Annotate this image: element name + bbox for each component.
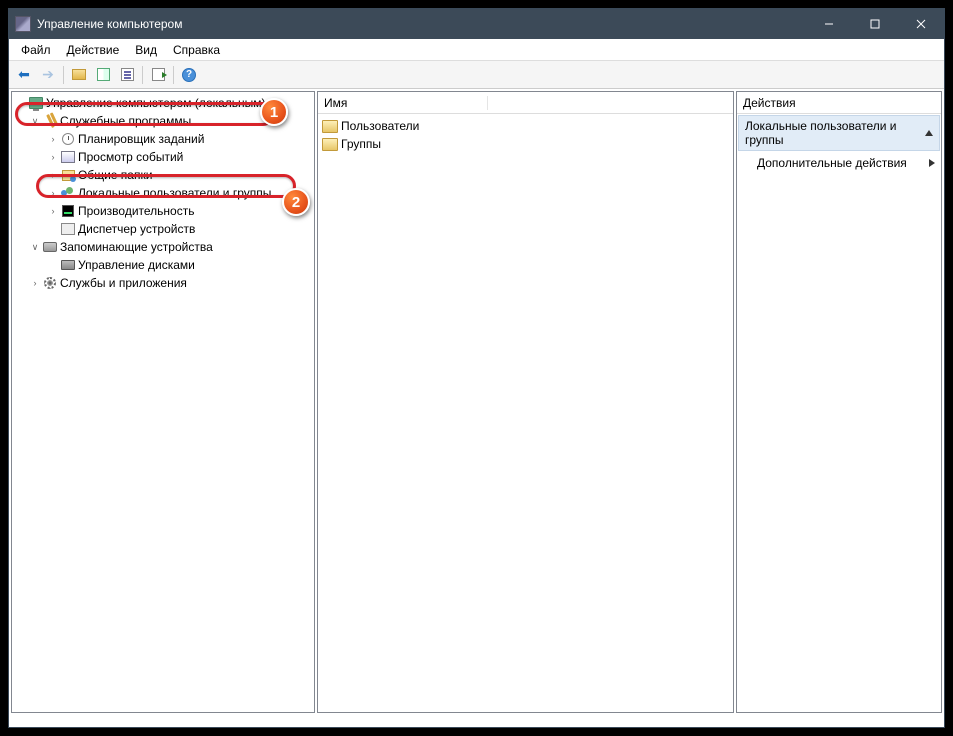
properties-button[interactable] — [116, 64, 138, 86]
tree-label: Управление компьютером (локальным) — [46, 96, 266, 110]
tree-scheduler[interactable]: › Планировщик заданий — [12, 130, 314, 148]
tree-label: Планировщик заданий — [78, 132, 204, 146]
actions-group-label: Локальные пользователи и группы — [745, 119, 925, 147]
tree-shared-folders[interactable]: › Общие папки — [12, 166, 314, 184]
storage-icon — [42, 239, 58, 255]
tree-label: Запоминающие устройства — [60, 240, 213, 254]
help-button[interactable]: ? — [178, 64, 200, 86]
separator-icon — [63, 66, 64, 84]
tree-label: Управление дисками — [78, 258, 195, 272]
menu-action[interactable]: Действие — [59, 41, 128, 59]
menu-help[interactable]: Справка — [165, 41, 228, 59]
list-item-label: Группы — [341, 137, 381, 151]
actions-title: Действия — [743, 96, 796, 110]
toolbar: ⬅ ➔ ? — [9, 61, 944, 89]
export-button[interactable] — [147, 64, 169, 86]
list-pane: Имя Пользователи Группы — [317, 91, 734, 713]
tree-device-manager[interactable]: Диспетчер устройств — [12, 220, 314, 238]
tree-label: Производительность — [78, 204, 194, 218]
clock-icon — [60, 131, 76, 147]
forward-button[interactable]: ➔ — [37, 64, 59, 86]
expand-icon[interactable]: › — [46, 150, 60, 164]
folder-up-icon — [72, 69, 86, 80]
computer-icon — [28, 95, 44, 111]
submenu-icon — [929, 159, 935, 167]
actions-pane: Действия Локальные пользователи и группы… — [736, 91, 942, 713]
actions-header: Действия — [737, 92, 941, 114]
spacer-icon — [46, 258, 60, 272]
window-title: Управление компьютером — [37, 17, 806, 31]
event-viewer-icon — [60, 149, 76, 165]
column-name[interactable]: Имя — [318, 96, 488, 110]
expand-icon[interactable]: › — [46, 204, 60, 218]
collapse-icon — [925, 130, 933, 136]
actions-more[interactable]: Дополнительные действия — [737, 152, 941, 174]
spacer-icon — [14, 96, 28, 110]
shared-folder-icon — [60, 167, 76, 183]
back-button[interactable]: ⬅ — [13, 64, 35, 86]
content-area: Управление компьютером (локальным) ∨ Слу… — [9, 89, 944, 715]
close-button[interactable] — [898, 9, 944, 39]
arrow-right-icon: ➔ — [42, 66, 54, 83]
help-icon: ? — [182, 68, 196, 82]
folder-icon — [322, 120, 338, 133]
folder-icon — [322, 138, 338, 151]
list-body: Пользователи Группы — [318, 114, 733, 156]
annotation-callout: 2 — [282, 188, 310, 216]
spacer-icon — [46, 222, 60, 236]
services-icon — [42, 275, 58, 291]
expand-icon[interactable]: › — [46, 132, 60, 146]
actions-group-header[interactable]: Локальные пользователи и группы — [738, 115, 940, 151]
statusbar — [9, 715, 944, 727]
menu-file[interactable]: Файл — [13, 41, 59, 59]
annotation-callout: 1 — [260, 98, 288, 126]
menubar: Файл Действие Вид Справка — [9, 39, 944, 61]
tree-services[interactable]: › Службы и приложения — [12, 274, 314, 292]
tree-storage[interactable]: ∨ Запоминающие устройства — [12, 238, 314, 256]
tools-icon — [42, 113, 58, 129]
titlebar: Управление компьютером — [9, 9, 944, 39]
tree: Управление компьютером (локальным) ∨ Слу… — [12, 92, 314, 294]
users-icon — [60, 185, 76, 201]
disk-icon — [60, 257, 76, 273]
expand-icon[interactable]: › — [28, 276, 42, 290]
arrow-left-icon: ⬅ — [18, 66, 30, 83]
tree-performance[interactable]: › Производительность — [12, 202, 314, 220]
list-item-label: Пользователи — [341, 119, 419, 133]
expand-icon[interactable]: › — [46, 168, 60, 182]
properties-icon — [121, 68, 134, 81]
app-icon — [15, 16, 31, 32]
export-icon — [152, 68, 165, 81]
actions-more-label: Дополнительные действия — [757, 156, 907, 170]
window: Управление компьютером Файл Действие Вид… — [8, 8, 945, 728]
tree-label: Локальные пользователи и группы — [78, 186, 271, 200]
list-header: Имя — [318, 92, 733, 114]
window-buttons — [806, 9, 944, 39]
tree-label: Просмотр событий — [78, 150, 183, 164]
expand-icon[interactable]: › — [46, 186, 60, 200]
tree-pane: Управление компьютером (локальным) ∨ Слу… — [11, 91, 315, 713]
expand-icon[interactable]: ∨ — [28, 240, 42, 254]
minimize-button[interactable] — [806, 9, 852, 39]
tree-label: Общие папки — [78, 168, 152, 182]
expand-icon[interactable]: ∨ — [28, 114, 42, 128]
tree-label: Диспетчер устройств — [78, 222, 195, 236]
tree-events[interactable]: › Просмотр событий — [12, 148, 314, 166]
list-item[interactable]: Пользователи — [322, 117, 729, 135]
separator-icon — [173, 66, 174, 84]
list-item[interactable]: Группы — [322, 135, 729, 153]
maximize-button[interactable] — [852, 9, 898, 39]
menu-view[interactable]: Вид — [127, 41, 165, 59]
panel-icon — [97, 68, 110, 81]
performance-icon — [60, 203, 76, 219]
tree-label: Службы и приложения — [60, 276, 187, 290]
show-hide-button[interactable] — [92, 64, 114, 86]
tree-label: Служебные программы — [60, 114, 191, 128]
up-button[interactable] — [68, 64, 90, 86]
device-manager-icon — [60, 221, 76, 237]
separator-icon — [142, 66, 143, 84]
tree-local-users[interactable]: › Локальные пользователи и группы — [12, 184, 314, 202]
tree-disk-management[interactable]: Управление дисками — [12, 256, 314, 274]
